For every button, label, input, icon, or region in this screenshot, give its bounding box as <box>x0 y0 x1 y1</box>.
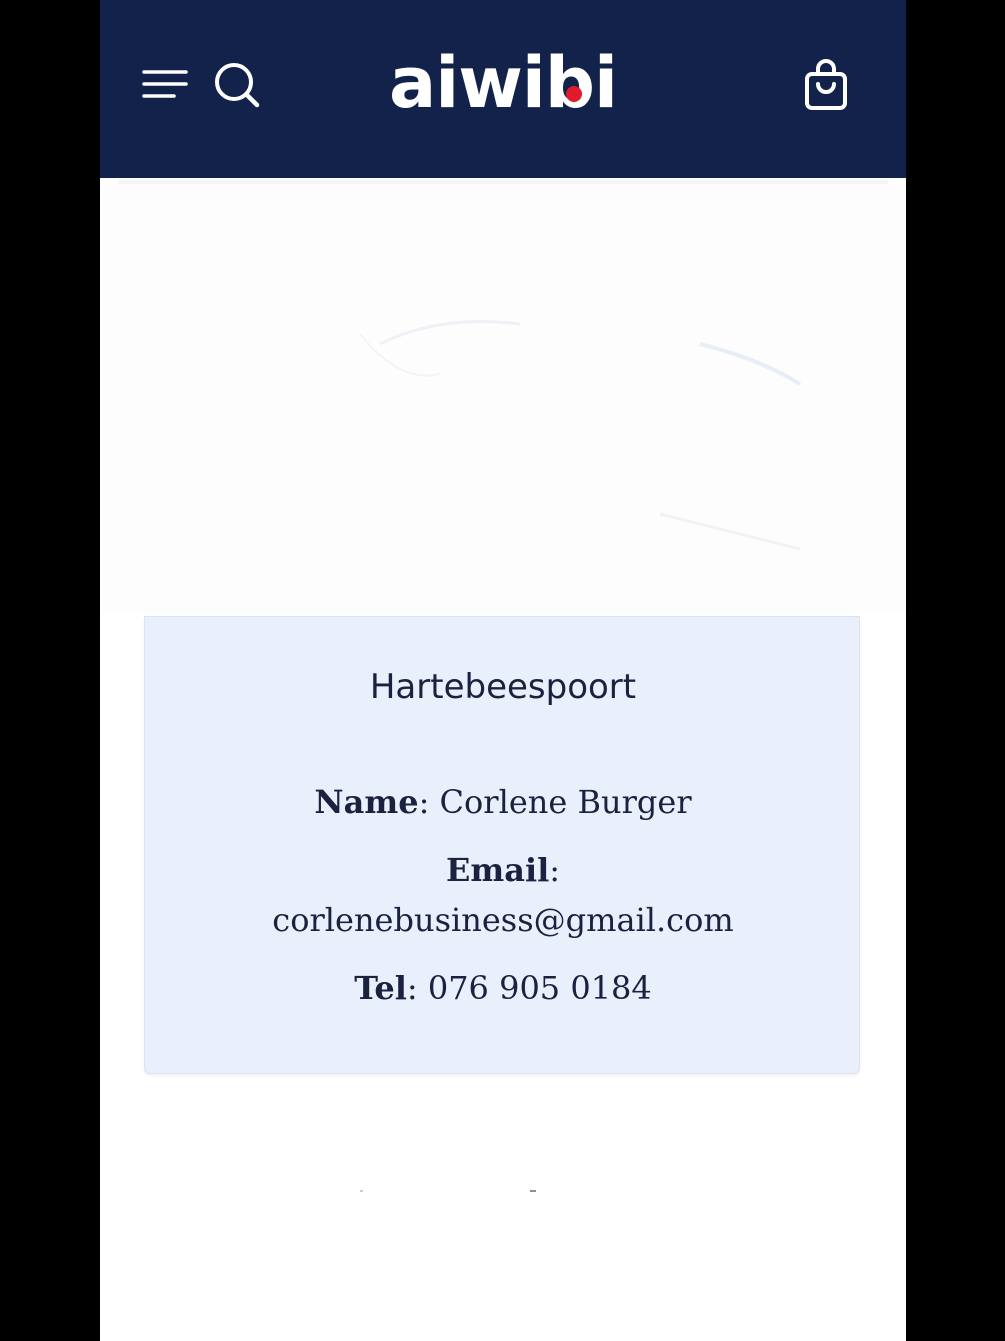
mobile-page: aiwibi Hartebeespoort Name: Corlene Burg… <box>100 0 906 1341</box>
contact-email-row: corlenebusiness@gmail.com <box>145 895 861 945</box>
name-separator: : <box>418 783 430 821</box>
site-logo[interactable]: aiwibi <box>385 38 621 128</box>
email-separator: : <box>549 851 561 889</box>
shopping-bag-icon[interactable] <box>802 58 850 112</box>
name-label: Name <box>314 783 419 821</box>
contact-email-label-row: Email: <box>145 845 861 895</box>
contact-tel-row: Tel: 076 905 0184 <box>145 963 861 1013</box>
contact-name: Corlene Burger <box>439 783 692 821</box>
search-icon[interactable] <box>212 60 262 110</box>
faded-map-graphic <box>359 320 802 551</box>
logo-text: aiwibi <box>389 42 618 124</box>
site-header: aiwibi <box>100 0 906 178</box>
menu-icon[interactable] <box>140 62 190 104</box>
contact-tel-link[interactable]: 076 905 0184 <box>428 969 652 1007</box>
logo-accent-dot <box>566 86 582 102</box>
map-placeholder <box>100 184 906 614</box>
location-title: Hartebeespoort <box>369 667 637 707</box>
location-contact-card: Hartebeespoort Name: Corlene Burger Emai… <box>144 616 860 1074</box>
contact-name-row: Name: Corlene Burger <box>145 777 861 827</box>
tel-label: Tel <box>354 969 407 1007</box>
contact-email-link[interactable]: corlenebusiness@gmail.com <box>272 901 733 939</box>
email-label: Email <box>445 851 550 889</box>
tel-separator: : <box>406 969 418 1007</box>
faint-divider-marks <box>360 1190 536 1192</box>
